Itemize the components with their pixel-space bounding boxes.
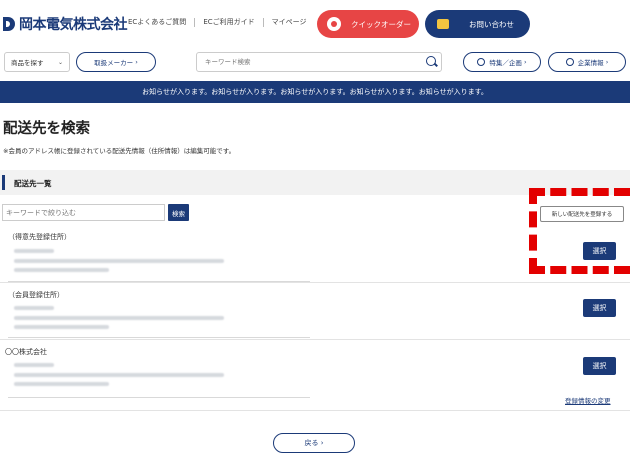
- notice-bar: お知らせが入ります。お知らせが入ります。お知らせが入ります。お知らせが入ります。…: [0, 81, 630, 103]
- quick-order-icon: [327, 17, 341, 31]
- edit-registration-link[interactable]: 登録情報の変更: [565, 395, 611, 405]
- special-icon: [477, 58, 486, 66]
- redacted-text: [14, 373, 224, 377]
- header-links: ECよくあるご質問 ECご利用ガイド マイページ: [128, 17, 307, 27]
- chevron-right-icon: ›: [133, 58, 138, 66]
- redacted-text: [14, 259, 224, 263]
- select-button[interactable]: 選択: [583, 242, 616, 260]
- entry-title: （得意先登録住所）: [8, 233, 71, 241]
- category-select-value: 商品を探す: [11, 59, 44, 67]
- divider: [262, 17, 264, 27]
- maker-button[interactable]: 取扱メーカー ›: [76, 52, 156, 72]
- special-button[interactable]: 特集／企画 ›: [463, 52, 541, 72]
- select-button[interactable]: 選択: [583, 299, 616, 317]
- redacted-text: [14, 325, 109, 329]
- chevron-down-icon: ⌄: [57, 59, 63, 66]
- header-link-mypage[interactable]: マイページ: [272, 17, 307, 27]
- select-button[interactable]: 選択: [583, 357, 616, 375]
- contact-label: お問い合わせ: [469, 19, 514, 29]
- chevron-right-icon: ›: [318, 439, 324, 447]
- nav-bar: 商品を探す ⌄ 取扱メーカー › 特集／企画 › 企業情報 ›: [0, 48, 630, 76]
- building-icon: [565, 58, 574, 66]
- category-select[interactable]: 商品を探す ⌄: [4, 52, 70, 72]
- divider: [0, 282, 630, 283]
- chevron-right-icon: ›: [603, 58, 609, 66]
- page-title: 配送先を検索: [3, 121, 90, 137]
- mail-icon: [437, 19, 449, 29]
- divider: [0, 410, 630, 411]
- company-info-button[interactable]: 企業情報 ›: [548, 52, 626, 72]
- redacted-text: [14, 316, 224, 320]
- redacted-text: [14, 363, 54, 367]
- divider: [8, 337, 310, 338]
- special-label: 特集／企画: [489, 59, 522, 67]
- company-logo[interactable]: 岡本電気株式会社: [3, 14, 128, 34]
- redacted-text: [14, 306, 54, 310]
- logo-mark-icon: [3, 17, 15, 31]
- maker-label: 取扱メーカー: [94, 59, 134, 67]
- notice-text: お知らせが入ります。お知らせが入ります。お知らせが入ります。お知らせが入ります。…: [142, 88, 488, 96]
- divider: [0, 339, 630, 340]
- divider: [8, 397, 310, 398]
- redacted-text: [14, 249, 54, 253]
- page-note: ※会員のアドレス帳に登録されている配送先情報（住所情報）は編集可能です。: [3, 147, 236, 155]
- company-info-label: 企業情報: [577, 59, 604, 67]
- keyword-filter-input[interactable]: [2, 204, 165, 221]
- contact-button[interactable]: お問い合わせ: [425, 10, 530, 38]
- back-button[interactable]: 戻る ›: [273, 433, 355, 453]
- redacted-text: [14, 382, 109, 386]
- highlight-annotation: [529, 188, 630, 274]
- logo-text: 岡本電気株式会社: [19, 17, 128, 33]
- entry-title: 〇〇株式会社: [5, 348, 47, 356]
- keyword-search-button[interactable]: 検索: [168, 204, 189, 221]
- redacted-text: [14, 268, 109, 272]
- section-title: 配送先一覧: [14, 179, 52, 188]
- header-link-faq[interactable]: ECよくあるご質問: [128, 17, 186, 27]
- quick-order-label: クイックオーダー: [351, 19, 411, 29]
- header-link-guide[interactable]: ECご利用ガイド: [203, 17, 254, 27]
- back-label: 戻る: [304, 439, 319, 447]
- divider: [194, 17, 196, 27]
- search-box: [196, 52, 442, 72]
- site-header: 岡本電気株式会社 ECよくあるご質問 ECご利用ガイド マイページ クイックオー…: [0, 0, 630, 46]
- quick-order-button[interactable]: クイックオーダー: [317, 10, 419, 38]
- search-input[interactable]: [205, 58, 405, 66]
- entry-title: （会員登録住所）: [8, 291, 64, 299]
- search-icon[interactable]: [426, 56, 436, 66]
- chevron-right-icon: ›: [521, 58, 527, 66]
- section-accent-bar: [2, 175, 5, 190]
